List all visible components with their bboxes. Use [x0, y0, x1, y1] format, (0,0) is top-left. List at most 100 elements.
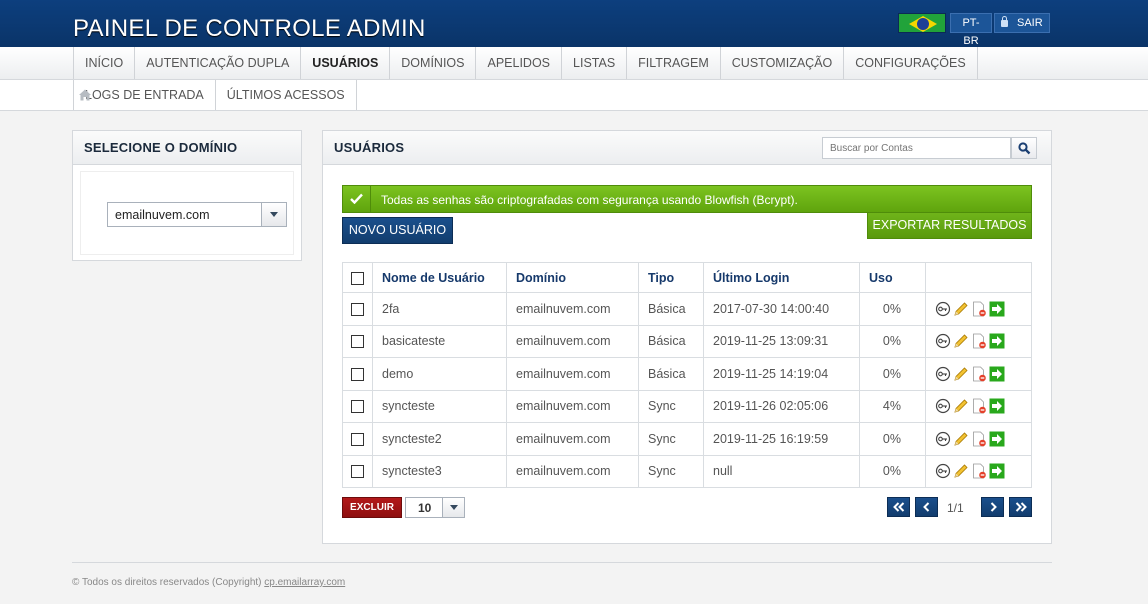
column-header[interactable]: Tipo	[638, 262, 704, 293]
nav-item[interactable]: LOGS DE ENTRADA	[73, 80, 215, 110]
login-arrow-icon[interactable]	[989, 398, 1005, 414]
edit-icon[interactable]	[953, 431, 969, 447]
search-icon	[1018, 142, 1031, 155]
page-size-select[interactable]: 10	[405, 497, 465, 518]
cell-last-login: 2019-11-25 13:09:31	[703, 324, 860, 358]
domain-select-value: emailnuvem.com	[115, 208, 210, 222]
footer-link[interactable]: cp.emailarray.com	[264, 577, 345, 588]
alert-message: Todas as senhas são criptografadas com s…	[381, 193, 798, 207]
search-input[interactable]	[822, 137, 1011, 159]
cell-username: syncteste3	[372, 454, 507, 488]
key-icon[interactable]	[935, 398, 951, 414]
nav-item[interactable]: ÚLTIMOS ACESSOS	[214, 80, 357, 110]
home-icon[interactable]	[78, 88, 92, 102]
select-all-checkbox[interactable]	[351, 271, 364, 285]
edit-icon[interactable]	[953, 366, 969, 382]
prev-page-button[interactable]	[915, 497, 938, 517]
cell-actions	[925, 324, 1032, 358]
cell-domain: emailnuvem.com	[506, 422, 639, 456]
page-info: 1/1	[947, 501, 964, 515]
login-arrow-icon[interactable]	[989, 333, 1005, 349]
cell-type: Básica	[638, 292, 704, 326]
domain-panel-title: SELECIONE O DOMÍNIO	[73, 131, 301, 165]
last-page-button[interactable]	[1009, 497, 1032, 517]
key-icon[interactable]	[935, 333, 951, 349]
chevron-down-icon[interactable]	[261, 203, 286, 226]
first-page-button[interactable]	[887, 497, 910, 517]
header: PAINEL DE CONTROLE ADMIN PT-BR SAIR	[0, 0, 1148, 47]
nav-item[interactable]: CONFIGURAÇÕES	[843, 47, 978, 79]
edit-icon[interactable]	[953, 398, 969, 414]
cell-username: syncteste	[372, 389, 507, 423]
chevron-left-icon	[923, 502, 930, 512]
cell-username: syncteste2	[372, 422, 507, 456]
next-page-button[interactable]	[981, 497, 1004, 517]
row-checkbox[interactable]	[351, 432, 364, 446]
cell-usage: 0%	[859, 324, 926, 358]
key-icon[interactable]	[935, 431, 951, 447]
column-header[interactable]: Nome de Usuário	[372, 262, 507, 293]
domain-panel: SELECIONE O DOMÍNIO emailnuvem.com	[72, 130, 302, 261]
nav-item[interactable]: USUÁRIOS	[300, 47, 389, 79]
key-icon[interactable]	[935, 463, 951, 479]
delete-user-icon[interactable]	[971, 398, 987, 414]
row-checkbox[interactable]	[351, 335, 364, 349]
language-button[interactable]: PT-BR	[950, 13, 992, 47]
delete-user-icon[interactable]	[971, 333, 987, 349]
nav-item[interactable]: AUTENTICAÇÃO DUPLA	[134, 47, 300, 79]
login-arrow-icon[interactable]	[989, 431, 1005, 447]
logout-button[interactable]: SAIR	[994, 13, 1050, 33]
cell-last-login: 2019-11-25 14:19:04	[703, 357, 860, 391]
edit-icon[interactable]	[953, 463, 969, 479]
search-button[interactable]	[1011, 137, 1037, 159]
cell-actions	[925, 389, 1032, 423]
row-checkbox[interactable]	[351, 367, 364, 381]
footer: © Todos os direitos reservados (Copyrigh…	[72, 577, 345, 588]
edit-icon[interactable]	[953, 333, 969, 349]
nav-item[interactable]: FILTRAGEM	[626, 47, 720, 79]
nav-item[interactable]: CUSTOMIZAÇÃO	[719, 47, 843, 79]
nav-item[interactable]: LISTAS	[561, 47, 626, 79]
key-icon[interactable]	[935, 366, 951, 382]
cell-usage: 0%	[859, 292, 926, 326]
new-user-button[interactable]: NOVO USUÁRIO	[342, 217, 453, 244]
actions-header	[925, 262, 1032, 293]
nav-item[interactable]: APELIDOS	[475, 47, 561, 79]
lock-icon	[1001, 16, 1008, 27]
login-arrow-icon[interactable]	[989, 366, 1005, 382]
key-icon[interactable]	[935, 301, 951, 317]
footer-text: © Todos os direitos reservados (Copyrigh…	[72, 577, 265, 588]
row-checkbox[interactable]	[351, 465, 364, 479]
cell-last-login: 2019-11-26 02:05:06	[703, 389, 860, 423]
edit-icon[interactable]	[953, 301, 969, 317]
delete-button[interactable]: EXCLUIR	[342, 497, 402, 518]
chevron-down-icon[interactable]	[442, 498, 464, 517]
delete-user-icon[interactable]	[971, 463, 987, 479]
brazil-flag-icon[interactable]	[898, 13, 946, 33]
column-header[interactable]: Domínio	[506, 262, 639, 293]
logout-label: SAIR	[1017, 17, 1043, 29]
delete-user-icon[interactable]	[971, 301, 987, 317]
users-panel: USUÁRIOS Todas as senhas são criptografa…	[322, 130, 1052, 544]
column-header[interactable]: Último Login	[703, 262, 860, 293]
row-checkbox[interactable]	[351, 400, 364, 414]
nav-item[interactable]: INÍCIO	[73, 47, 134, 79]
export-results-button[interactable]: EXPORTAR RESULTADOS	[867, 212, 1032, 239]
footer-divider	[72, 562, 1052, 563]
login-arrow-icon[interactable]	[989, 301, 1005, 317]
cell-type: Sync	[638, 389, 704, 423]
row-checkbox[interactable]	[351, 302, 364, 316]
cell-domain: emailnuvem.com	[506, 454, 639, 488]
table-row: 2fa emailnuvem.com Básica 2017-07-30 14:…	[342, 292, 1032, 326]
nav-item[interactable]: DOMÍNIOS	[389, 47, 475, 79]
cell-last-login: null	[703, 454, 860, 488]
table-row: syncteste2 emailnuvem.com Sync 2019-11-2…	[342, 422, 1032, 456]
delete-user-icon[interactable]	[971, 366, 987, 382]
double-chevron-right-icon	[1015, 502, 1027, 512]
cell-domain: emailnuvem.com	[506, 357, 639, 391]
login-arrow-icon[interactable]	[989, 463, 1005, 479]
cell-actions	[925, 422, 1032, 456]
column-header[interactable]: Uso	[859, 262, 926, 293]
delete-user-icon[interactable]	[971, 431, 987, 447]
domain-select[interactable]: emailnuvem.com	[107, 202, 287, 227]
